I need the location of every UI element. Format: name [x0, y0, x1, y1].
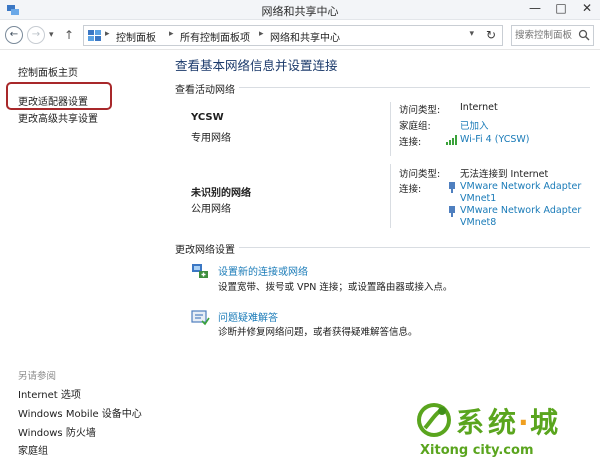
see-also-windows-firewall[interactable]: Windows 防火墙	[18, 424, 96, 439]
highlight-box	[6, 82, 112, 110]
forward-button[interactable]: →	[27, 26, 45, 44]
breadcrumb-separator-icon: ▸	[169, 29, 174, 39]
recent-pages-chevron-icon[interactable]: ▾	[49, 30, 54, 40]
see-also-windows-mobile[interactable]: Windows Mobile 设备中心	[18, 405, 142, 420]
back-button[interactable]: ←	[5, 26, 23, 44]
arrow-right-icon: →	[31, 29, 41, 40]
access-type-label: 访问类型:	[399, 169, 441, 180]
troubleshoot-icon	[191, 310, 210, 326]
troubleshoot-description: 诊断并修复网络问题，或者获得疑难解答信息。	[218, 327, 418, 338]
breadcrumb-separator-icon: ▸	[259, 29, 264, 39]
minimize-button[interactable]: —	[522, 0, 548, 18]
search-input[interactable]	[515, 28, 579, 43]
search-box[interactable]	[511, 25, 594, 46]
setup-new-connection-description: 设置宽带、拨号或 VPN 连接；或设置路由器或接入点。	[218, 282, 453, 293]
network-adapter-icon	[449, 182, 455, 193]
network-name: 未识别的网络	[191, 188, 251, 199]
divider	[390, 164, 391, 228]
page-title: 查看基本网络信息并设置连接	[175, 58, 338, 73]
maximize-button[interactable]: □	[548, 0, 574, 18]
title-bar: 网络和共享中心 — □ ✕	[0, 0, 600, 20]
breadcrumb-control-panel[interactable]: 控制面板	[116, 29, 156, 44]
address-dropdown-icon[interactable]: ▾	[469, 29, 474, 39]
breadcrumb-separator-icon: ▸	[105, 29, 110, 39]
divider	[390, 102, 391, 156]
vmnet1-connection-name[interactable]: VMnet1	[460, 193, 496, 204]
control-panel-icon	[88, 30, 101, 41]
access-type-value: Internet	[460, 102, 498, 113]
access-type-label: 访问类型:	[399, 105, 441, 116]
window-title: 网络和共享中心	[261, 5, 339, 18]
active-networks-label: 查看活动网络	[175, 81, 239, 96]
setup-new-connection-link[interactable]: 设置新的连接或网络	[218, 263, 308, 278]
network-adapter-icon	[449, 206, 455, 217]
close-button[interactable]: ✕	[574, 0, 600, 18]
see-also-internet-options[interactable]: Internet 选项	[18, 386, 81, 401]
connection-label: 连接:	[399, 137, 422, 148]
vmnet8-connection-name[interactable]: VMnet8	[460, 217, 496, 228]
up-button[interactable]: ↑	[64, 28, 74, 42]
navigation-bar: ← → ▾ ↑ ▸ 控制面板 ▸ 所有控制面板项 ▸ 网络和共享中心 ▾ ↻	[0, 20, 600, 50]
wifi-signal-icon	[446, 135, 457, 145]
search-icon[interactable]	[578, 29, 590, 41]
refresh-icon[interactable]: ↻	[486, 28, 496, 42]
sidebar-item-control-panel-home[interactable]: 控制面板主页	[18, 64, 78, 79]
watermark-brand-char: 城	[530, 406, 558, 439]
homegroup-link[interactable]: 已加入	[460, 118, 489, 132]
see-also-heading: 另请参阅	[18, 371, 57, 382]
watermark-brand-char: ·	[518, 406, 529, 439]
arrow-left-icon: ←	[9, 29, 19, 40]
sidebar-item-advanced-sharing[interactable]: 更改高级共享设置	[18, 110, 98, 125]
watermark-brand-char: 系	[456, 406, 484, 439]
connection-label: 连接:	[399, 184, 422, 195]
breadcrumb-network-center[interactable]: 网络和共享中心	[270, 29, 340, 44]
see-also-homegroup[interactable]: 家庭组	[18, 442, 48, 457]
watermark-url: Xitong city.com	[420, 443, 534, 458]
change-settings-label: 更改网络设置	[175, 241, 239, 256]
vmnet1-connection-link[interactable]: VMware Network Adapter	[460, 181, 581, 192]
watermark-brand-char: 统	[488, 406, 516, 439]
vmnet8-connection-link[interactable]: VMware Network Adapter	[460, 205, 581, 216]
network-category-link[interactable]: 公用网络	[191, 200, 231, 215]
network-category-link[interactable]: 专用网络	[191, 129, 231, 144]
new-connection-icon	[192, 264, 208, 278]
left-pane: 控制面板主页 更改适配器设置 更改高级共享设置 另请参阅 Internet 选项…	[0, 50, 148, 476]
network-name: YCSW	[191, 112, 224, 123]
breadcrumb-all-items[interactable]: 所有控制面板项	[180, 29, 250, 44]
site-watermark-logo: 系 统 · 城 Xitong city.com	[417, 403, 558, 458]
homegroup-label: 家庭组:	[399, 121, 431, 132]
troubleshoot-link[interactable]: 问题疑难解答	[218, 309, 278, 324]
address-box[interactable]: ▸ 控制面板 ▸ 所有控制面板项 ▸ 网络和共享中心 ▾ ↻	[83, 25, 503, 46]
access-type-value: 无法连接到 Internet	[460, 169, 549, 180]
wifi-connection-link[interactable]: Wi-Fi 4 (YCSW)	[460, 134, 530, 145]
